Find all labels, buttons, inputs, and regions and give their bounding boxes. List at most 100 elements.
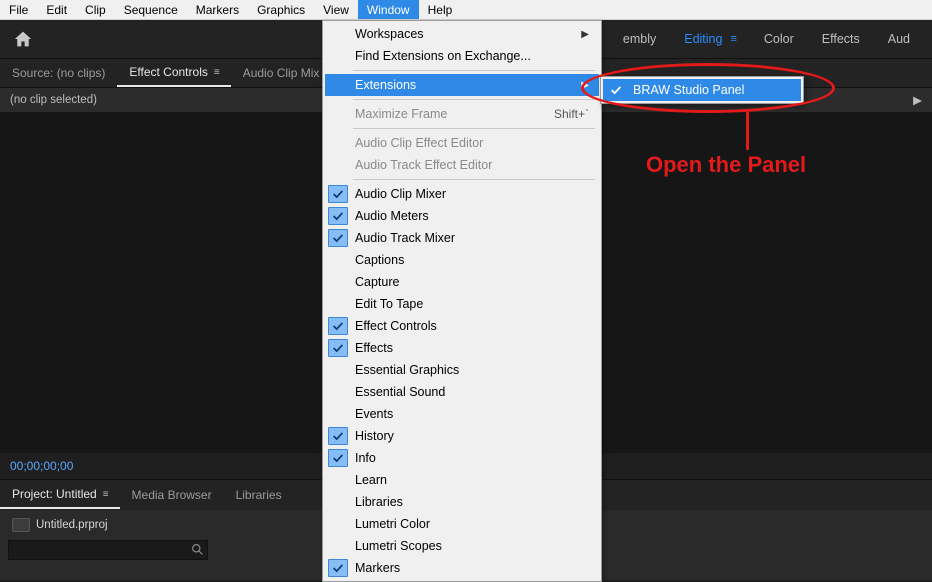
workspace-tab-effects[interactable]: Effects	[812, 28, 870, 50]
menu-separator	[353, 70, 595, 71]
tab-label: Libraries	[236, 488, 282, 502]
menu-item-label: Essential Sound	[351, 385, 589, 399]
menu-item-window-panel[interactable]: Captions	[325, 249, 599, 271]
menu-item-label: Edit To Tape	[351, 297, 589, 311]
tab-effect-controls[interactable]: Effect Controls ≡	[117, 59, 230, 87]
menu-item-label: Audio Clip Effect Editor	[351, 136, 589, 150]
menu-item-find-extensions[interactable]: Find Extensions on Exchange...	[325, 45, 599, 67]
menu-separator	[353, 128, 595, 129]
workspace-tab-label: Editing	[684, 32, 722, 46]
tab-libraries[interactable]: Libraries	[224, 482, 294, 508]
check-icon	[328, 427, 348, 445]
menu-item-window-panel[interactable]: Edit To Tape	[325, 293, 599, 315]
check-icon	[328, 317, 348, 335]
menu-item-window-panel[interactable]: Events	[325, 403, 599, 425]
panel-menu-icon[interactable]: ≡	[214, 67, 219, 78]
home-icon[interactable]	[12, 29, 34, 49]
menu-sequence[interactable]: Sequence	[115, 0, 187, 19]
workspace-tab-audio[interactable]: Aud	[878, 28, 920, 50]
menu-file[interactable]: File	[0, 0, 37, 19]
menu-item-label: Markers	[351, 561, 589, 575]
workspace-tab-editing[interactable]: Editing ≡	[674, 28, 746, 50]
menu-item-label: Effects	[351, 341, 589, 355]
menu-item-window-panel[interactable]: Learn	[325, 469, 599, 491]
menu-item-label: Extensions	[351, 78, 575, 92]
menu-item-label: Events	[351, 407, 589, 421]
menu-item-label: Info	[351, 451, 589, 465]
workspace-tab-color[interactable]: Color	[754, 28, 804, 50]
menu-item-window-panel[interactable]: Audio Clip Mixer	[325, 183, 599, 205]
menu-item-window-panel[interactable]: Lumetri Color	[325, 513, 599, 535]
menu-item-workspaces[interactable]: Workspaces ▶	[325, 23, 599, 45]
tab-media-browser[interactable]: Media Browser	[120, 482, 224, 508]
project-search-input[interactable]	[8, 540, 208, 560]
menu-item-window-panel[interactable]: Essential Graphics	[325, 359, 599, 381]
menu-item-label: Find Extensions on Exchange...	[351, 49, 589, 63]
menu-item-window-panel[interactable]: Info	[325, 447, 599, 469]
menu-item-label: Capture	[351, 275, 589, 289]
menu-clip[interactable]: Clip	[76, 0, 115, 19]
menu-item-window-panel[interactable]: Lumetri Scopes	[325, 535, 599, 557]
menu-item-window-panel[interactable]: Effects	[325, 337, 599, 359]
workspace-tab-assembly[interactable]: embly	[613, 28, 666, 50]
menu-item-label: Lumetri Scopes	[351, 539, 589, 553]
tab-label: Media Browser	[132, 488, 212, 502]
menu-item-label: Workspaces	[351, 27, 575, 41]
menu-help[interactable]: Help	[419, 0, 462, 19]
menu-item-label: Lumetri Color	[351, 517, 589, 531]
panel-menu-icon[interactable]: ≡	[103, 489, 108, 500]
menu-item-audio-clip-effect-editor: Audio Clip Effect Editor	[325, 132, 599, 154]
extensions-submenu: BRAW Studio Panel	[600, 76, 804, 104]
menu-graphics[interactable]: Graphics	[248, 0, 314, 19]
menu-separator	[353, 179, 595, 180]
no-clip-label: (no clip selected)	[10, 94, 97, 106]
tab-label: Source: (no clips)	[12, 66, 105, 80]
menu-item-window-panel[interactable]: History	[325, 425, 599, 447]
menu-item-maximize-frame: Maximize Frame Shift+`	[325, 103, 599, 125]
tab-label: Audio Clip Mix	[243, 66, 320, 80]
menu-item-label: Libraries	[351, 495, 589, 509]
window-menu-dropdown: Workspaces ▶ Find Extensions on Exchange…	[322, 20, 602, 582]
menu-item-window-panel[interactable]: Audio Meters	[325, 205, 599, 227]
menu-separator	[353, 99, 595, 100]
menu-edit[interactable]: Edit	[37, 0, 76, 19]
menu-item-label: Essential Graphics	[351, 363, 589, 377]
menu-item-audio-track-effect-editor: Audio Track Effect Editor	[325, 154, 599, 176]
play-arrow-icon[interactable]: ▶	[913, 93, 922, 107]
menu-item-label: Audio Meters	[351, 209, 589, 223]
menu-item-window-panel[interactable]: Essential Sound	[325, 381, 599, 403]
tab-label: Effect Controls	[129, 65, 207, 79]
submenu-arrow-icon: ▶	[575, 80, 589, 91]
hamburger-icon[interactable]: ≡	[730, 33, 735, 45]
menubar: File Edit Clip Sequence Markers Graphics…	[0, 0, 932, 20]
menu-item-window-panel[interactable]: Audio Track Mixer	[325, 227, 599, 249]
menu-item-window-panel[interactable]: Libraries	[325, 491, 599, 513]
menu-item-label: Captions	[351, 253, 589, 267]
menu-item-window-panel[interactable]: Effect Controls	[325, 315, 599, 337]
project-icon	[12, 518, 30, 532]
search-icon[interactable]	[191, 543, 204, 556]
menu-item-label: History	[351, 429, 589, 443]
menu-item-shortcut: Shift+`	[544, 107, 589, 121]
menu-item-extensions[interactable]: Extensions ▶	[325, 74, 599, 96]
check-icon	[328, 339, 348, 357]
menu-item-label: Audio Track Effect Editor	[351, 158, 589, 172]
menu-window[interactable]: Window	[358, 0, 419, 19]
project-filename: Untitled.prproj	[36, 519, 108, 531]
check-icon	[328, 449, 348, 467]
menu-item-window-panel[interactable]: Capture	[325, 271, 599, 293]
tab-label: Project: Untitled	[12, 487, 97, 501]
submenu-item-braw-studio-panel[interactable]: BRAW Studio Panel	[603, 79, 801, 101]
menu-view[interactable]: View	[314, 0, 358, 19]
check-icon	[328, 229, 348, 247]
tab-audio-clip-mixer[interactable]: Audio Clip Mix	[231, 60, 332, 86]
menu-markers[interactable]: Markers	[187, 0, 248, 19]
menu-item-label: Effect Controls	[351, 319, 589, 333]
tab-project[interactable]: Project: Untitled ≡	[0, 481, 120, 509]
menu-item-window-panel[interactable]: Markers	[325, 557, 599, 579]
check-icon	[328, 185, 348, 203]
menu-item-label: Audio Clip Mixer	[351, 187, 589, 201]
submenu-item-label: BRAW Studio Panel	[629, 83, 801, 97]
tab-source[interactable]: Source: (no clips)	[0, 60, 117, 86]
check-icon	[603, 83, 629, 97]
